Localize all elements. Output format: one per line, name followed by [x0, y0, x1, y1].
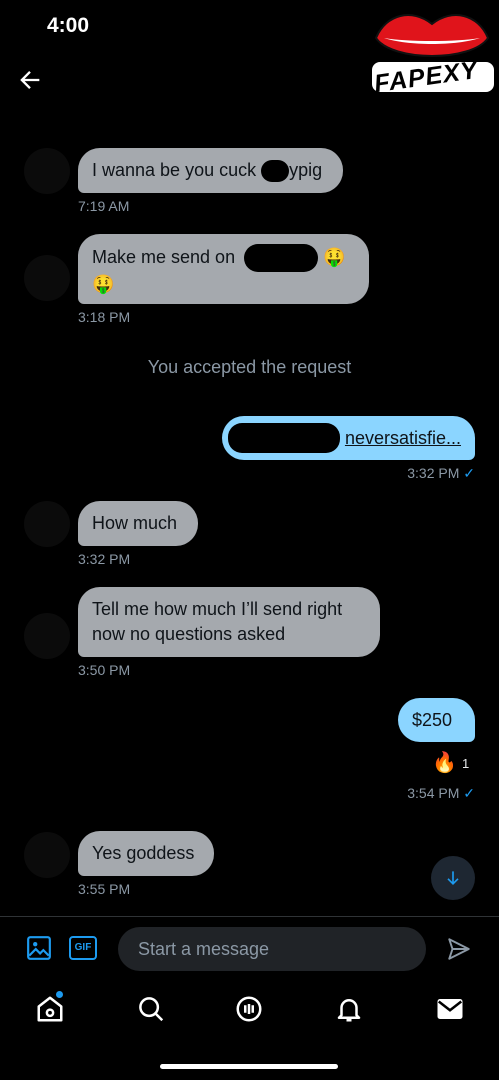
message-text-line: Tell me how much I’ll send right — [92, 599, 343, 619]
avatar[interactable] — [24, 255, 70, 301]
message-bubble-outgoing[interactable]: neversatisfie... — [222, 416, 475, 460]
message-time: 3:50 PM — [78, 662, 131, 678]
money-face-emoji: 🤑 — [92, 274, 115, 294]
message-time: 3:32 PM ✓ — [300, 465, 475, 482]
fire-reaction-icon[interactable]: 🔥 — [432, 750, 457, 775]
messages-icon[interactable] — [435, 994, 465, 1024]
search-icon[interactable] — [136, 994, 166, 1024]
bell-icon[interactable] — [334, 994, 364, 1024]
avatar[interactable] — [24, 832, 70, 878]
message-time: 7:19 AM — [78, 198, 130, 214]
money-face-emoji: 🤑 — [323, 246, 346, 267]
system-message: You accepted the request — [147, 357, 352, 377]
read-check-icon: ✓ — [463, 465, 475, 481]
message-text-tail: ypig — [289, 160, 323, 180]
message-bubble[interactable]: How much — [78, 501, 198, 546]
message-text: Yes goddess — [92, 843, 195, 863]
read-check-icon: ✓ — [463, 785, 475, 801]
message-text: $250 — [412, 710, 453, 730]
message-text: Make me send on — [92, 246, 236, 267]
message-link[interactable]: neversatisfie... — [345, 428, 461, 448]
image-icon[interactable] — [26, 935, 52, 961]
message-time: 3:18 PM — [78, 309, 131, 325]
watermark-logo: FAPEXY — [368, 4, 496, 98]
message-time: 3:32 PM — [78, 551, 131, 567]
send-icon[interactable] — [446, 936, 472, 962]
composer-divider — [0, 916, 499, 917]
avatar[interactable] — [24, 148, 70, 194]
message-text: How much — [92, 513, 178, 533]
message-text-line: now no questions asked — [92, 624, 286, 644]
avatar[interactable] — [24, 501, 70, 547]
spaces-icon[interactable] — [234, 994, 264, 1024]
message-time: 3:55 PM — [78, 881, 131, 897]
arrow-down-icon — [447, 871, 459, 886]
home-icon[interactable] — [35, 994, 65, 1024]
message-bubble[interactable]: Yes goddess — [78, 831, 214, 876]
notification-dot-icon — [56, 991, 63, 998]
message-bubble-outgoing[interactable]: $250 — [398, 698, 475, 742]
status-time: 4:00 — [47, 14, 90, 37]
back-arrow-icon[interactable] — [16, 66, 44, 94]
message-bubble[interactable]: I wanna be you cuck ypig — [78, 148, 343, 193]
message-time: 3:54 PM ✓ — [300, 785, 475, 802]
avatar[interactable] — [24, 613, 70, 659]
redaction — [261, 160, 290, 183]
home-indicator — [160, 1064, 338, 1069]
gif-button[interactable]: GIF — [69, 936, 97, 960]
message-bubble[interactable]: Make me send on 🤑 🤑 — [78, 234, 369, 304]
message-bubble[interactable]: Tell me how much I’ll send right now no … — [78, 587, 380, 657]
time-text: 3:32 PM — [407, 465, 460, 481]
redaction — [244, 244, 319, 272]
message-text: I wanna be you cuck — [92, 160, 257, 180]
redaction — [228, 423, 340, 453]
reaction-count: 1 — [462, 756, 470, 771]
scroll-to-bottom-button[interactable] — [431, 856, 475, 900]
message-input[interactable]: Start a message — [118, 927, 426, 971]
time-text: 3:54 PM — [407, 785, 460, 801]
